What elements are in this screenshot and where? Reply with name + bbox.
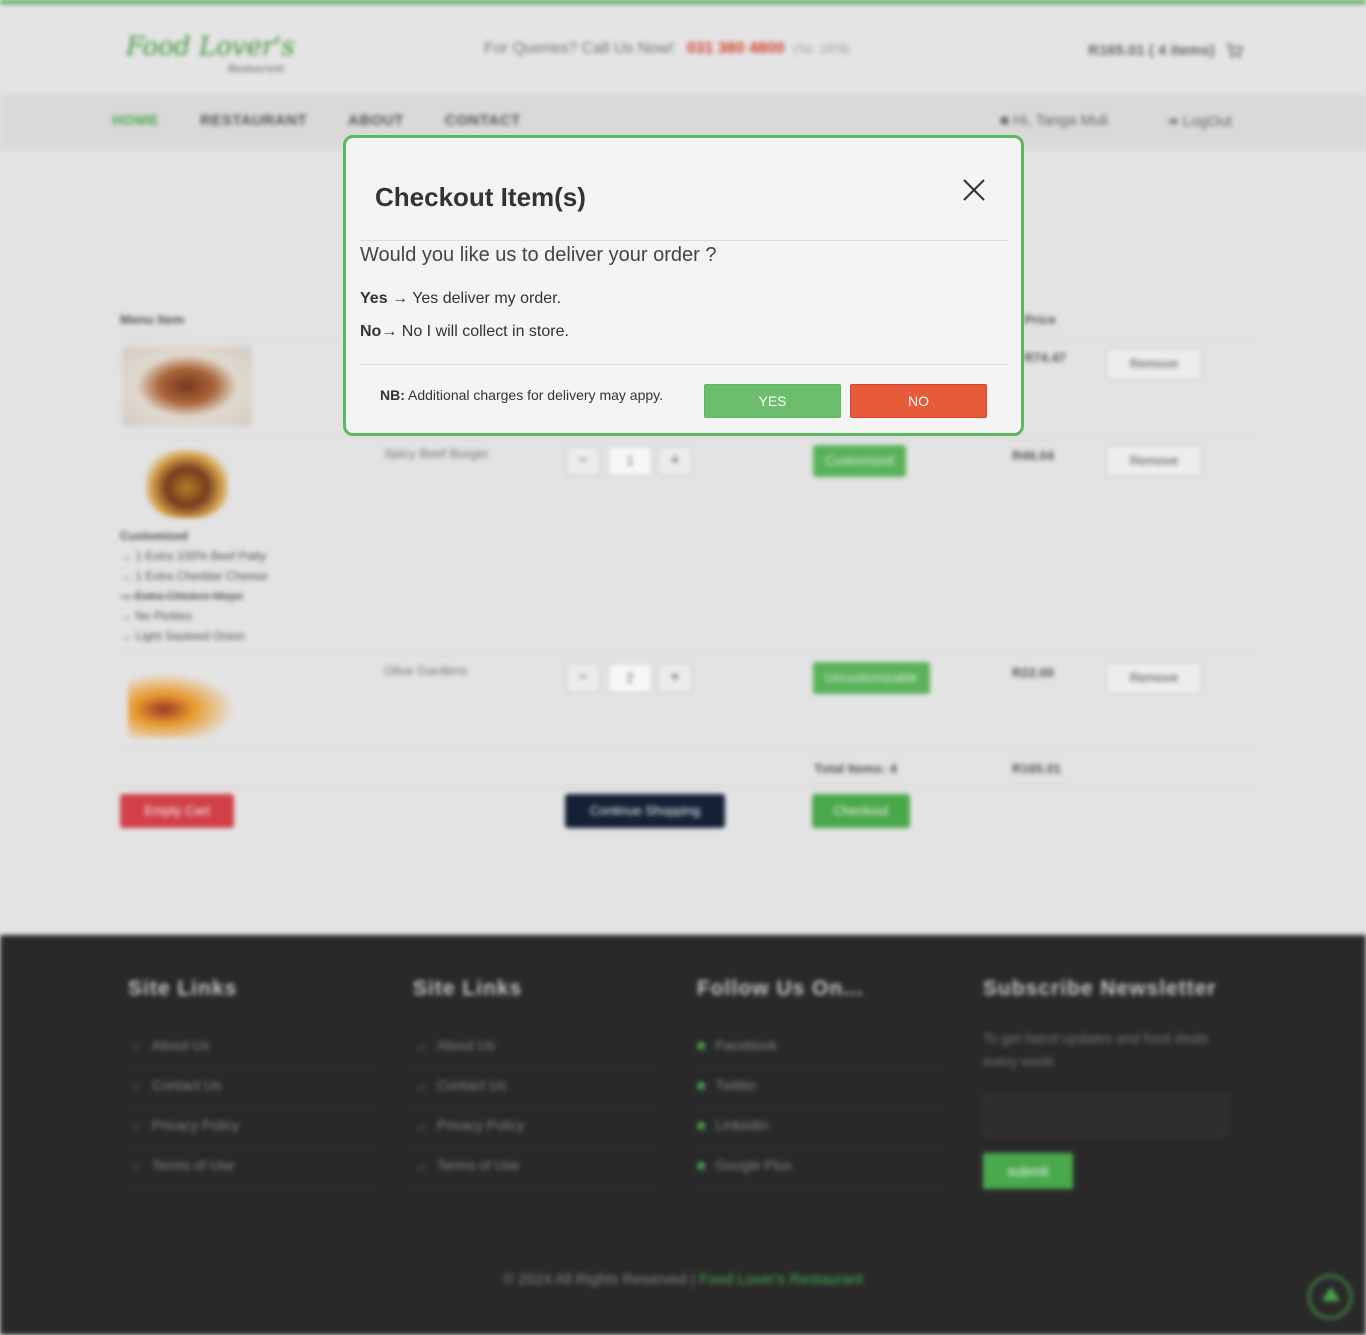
- no-button[interactable]: NO: [850, 384, 987, 418]
- modal-title: Checkout Item(s): [375, 182, 586, 212]
- yes-option-label: Yes: [360, 290, 388, 307]
- yes-button[interactable]: YES: [704, 384, 841, 418]
- note-text: Additional charges for delivery may appy…: [404, 387, 663, 403]
- modal-divider: [360, 364, 1008, 365]
- yes-option-desc: → Yes deliver my order.: [387, 290, 562, 307]
- delivery-note: NB: Additional charges for delivery may …: [380, 387, 663, 403]
- no-option-text: No→ No I will collect in store.: [360, 323, 569, 341]
- yes-option-text: Yes → Yes deliver my order.: [360, 290, 561, 308]
- note-label: NB:: [380, 387, 405, 403]
- modal-divider: [360, 240, 1008, 241]
- delivery-question: Would you like us to deliver your order …: [360, 244, 717, 266]
- close-icon[interactable]: [960, 176, 988, 204]
- checkout-modal: Checkout Item(s) Would you like us to de…: [343, 135, 1024, 436]
- no-option-desc: → No I will collect in store.: [381, 323, 569, 340]
- no-option-label: No: [360, 323, 382, 340]
